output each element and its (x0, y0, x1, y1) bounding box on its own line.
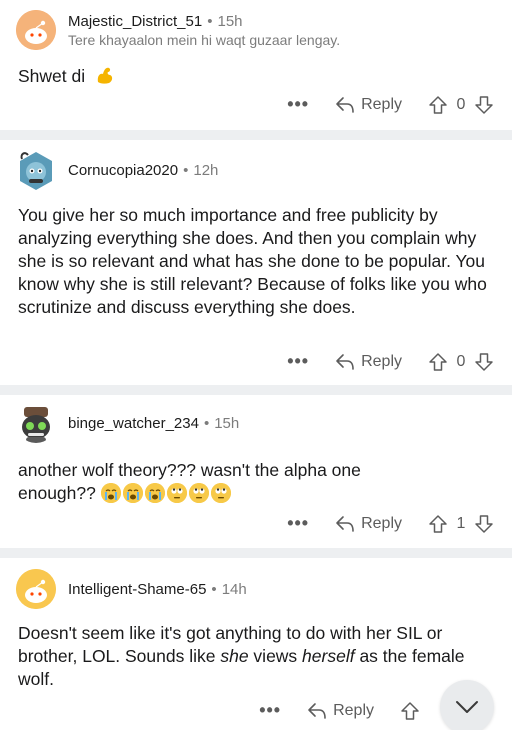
comment-text: Shwet di (18, 66, 86, 86)
flexed-biceps-emoji (94, 64, 116, 86)
comment: Intelligent-Shame-65 • 14h Doesn't seem li… (0, 558, 512, 730)
vote-score: 0 (456, 352, 466, 370)
comment-text: another wolf theory??? wasn't the alpha … (18, 460, 361, 480)
username[interactable]: Majestic_District_51 (68, 13, 202, 30)
comment-divider (0, 130, 512, 140)
face-with-rolling-eyes-emoji (188, 483, 209, 503)
comment-body: another wolf theory??? wasn't the alpha … (18, 459, 496, 505)
comment-actions: ••• Reply 1 (287, 513, 494, 534)
comment-header: Intelligent-Shame-65 • 14h (16, 569, 247, 609)
reply-button[interactable]: Reply (335, 96, 402, 114)
vote-score: 1 (456, 514, 466, 532)
downvote-arrow-icon[interactable] (474, 95, 494, 115)
user-flair: Tere khayaalon mein hi waqt guzaar lenga… (68, 31, 341, 48)
comment-age: 15h (214, 414, 240, 432)
more-options-button[interactable]: ••• (287, 351, 309, 372)
comment: Majestic_District_51 • 15h Tere khayaalon … (0, 0, 512, 130)
upvote-arrow-icon[interactable] (428, 95, 448, 115)
upvote-arrow-icon[interactable] (400, 701, 420, 721)
username[interactable]: Cornucopia2020 (68, 162, 178, 179)
loudly-crying-face-emoji (100, 483, 121, 503)
downvote-arrow-icon[interactable] (474, 514, 494, 534)
comment-header: Majestic_District_51 • 15h Tere khayaalon … (16, 10, 340, 50)
comment-body: Doesn't seem like it's got anything to d… (18, 622, 496, 691)
more-options-button[interactable]: ••• (287, 513, 309, 534)
more-options-button[interactable]: ••• (287, 94, 309, 115)
vote-score: 0 (456, 95, 466, 113)
avatar[interactable] (16, 569, 56, 609)
reply-label: Reply (361, 514, 402, 532)
comment-body: Shwet di (18, 64, 496, 88)
username[interactable]: Intelligent-Shame-65 (68, 581, 206, 598)
reply-label: Reply (361, 95, 402, 113)
separator-dot: • (183, 161, 189, 179)
more-options-button[interactable]: ••• (259, 700, 281, 721)
comment-age: 14h (221, 580, 247, 598)
reply-arrow-icon (336, 515, 354, 532)
face-with-rolling-eyes-emoji (210, 483, 231, 503)
upvote-arrow-icon[interactable] (428, 352, 448, 372)
reply-button[interactable]: Reply (335, 515, 402, 533)
loudly-crying-face-emoji (144, 483, 165, 503)
vote-controls (400, 701, 420, 721)
comment-text-emphasis: she (220, 646, 249, 666)
scroll-down-button[interactable] (440, 680, 494, 730)
comment-header: Cornucopia2020 • 12h (16, 150, 218, 190)
separator-dot: • (211, 580, 217, 598)
reply-arrow-icon (336, 353, 354, 370)
reply-button[interactable]: Reply (307, 702, 374, 720)
avatar[interactable] (16, 10, 56, 50)
reply-arrow-icon (308, 702, 326, 719)
reply-label: Reply (333, 701, 374, 719)
comment: Cornucopia2020 • 12h You give her so much … (0, 140, 512, 385)
comment-actions: ••• Reply 0 (287, 351, 494, 372)
comment-divider (0, 385, 512, 395)
upvote-arrow-icon[interactable] (428, 514, 448, 534)
loudly-crying-face-emoji (122, 483, 143, 503)
reply-label: Reply (361, 352, 402, 370)
vote-controls: 1 (428, 514, 494, 534)
comment: binge_watcher_234 • 15h another wolf theor… (0, 395, 512, 548)
avatar[interactable] (16, 150, 56, 190)
comment-age: 12h (193, 161, 219, 179)
comment-actions: ••• Reply 0 (287, 94, 494, 115)
downvote-arrow-icon[interactable] (474, 352, 494, 372)
comment-text: views (248, 646, 303, 666)
chevron-down-icon (456, 701, 478, 713)
separator-dot: • (203, 414, 210, 432)
reply-arrow-icon (336, 96, 354, 113)
vote-controls: 0 (428, 352, 494, 372)
comment-text-emphasis: herself (302, 646, 355, 666)
reply-button[interactable]: Reply (335, 353, 402, 371)
username[interactable]: binge_watcher_234 (68, 415, 199, 432)
comment-divider (0, 548, 512, 558)
comment-text: enough?? (18, 483, 96, 503)
comment-age: 15h (217, 12, 243, 30)
avatar[interactable] (16, 403, 56, 443)
comment-body: You give her so much importance and free… (18, 205, 487, 317)
face-with-rolling-eyes-emoji (166, 483, 187, 503)
vote-controls: 0 (428, 95, 494, 115)
comment-header: binge_watcher_234 • 15h (16, 403, 239, 443)
separator-dot: • (207, 12, 213, 30)
comment-actions: ••• Reply (259, 700, 420, 721)
